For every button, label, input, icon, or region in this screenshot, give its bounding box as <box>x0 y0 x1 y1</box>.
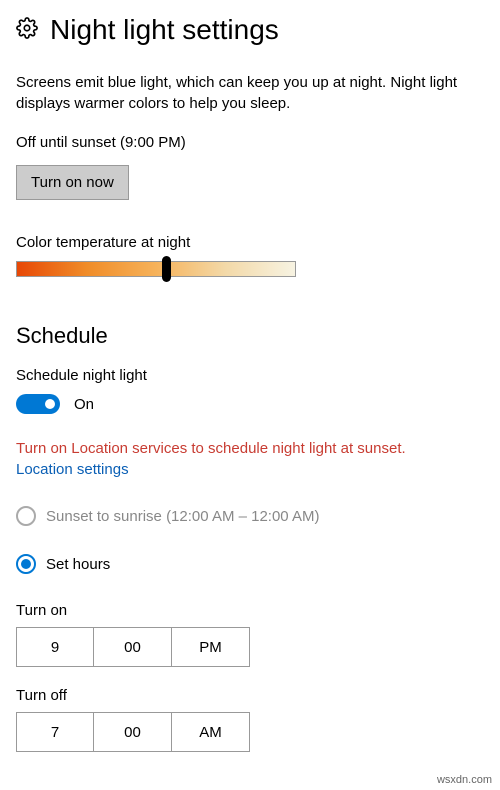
radio-sunset-label: Sunset to sunrise (12:00 AM – 12:00 AM) <box>46 508 320 525</box>
location-warning: Turn on Location services to schedule ni… <box>16 440 484 457</box>
description-text: Screens emit blue light, which can keep … <box>16 72 484 114</box>
turn-off-hour[interactable]: 7 <box>16 712 94 752</box>
turn-off-minute[interactable]: 00 <box>94 712 172 752</box>
schedule-toggle[interactable] <box>16 394 60 414</box>
radio-set-hours[interactable] <box>16 554 36 574</box>
toggle-state-label: On <box>74 396 94 413</box>
turn-on-hour[interactable]: 9 <box>16 627 94 667</box>
turn-off-time-picker[interactable]: 7 00 AM <box>16 712 484 752</box>
radio-set-hours-label: Set hours <box>46 556 110 573</box>
watermark: wsxdn.com <box>437 774 492 786</box>
color-temp-label: Color temperature at night <box>16 234 484 251</box>
turn-on-period[interactable]: PM <box>172 627 250 667</box>
turn-on-minute[interactable]: 00 <box>94 627 172 667</box>
schedule-heading: Schedule <box>16 323 484 349</box>
page-title: Night light settings <box>50 14 279 46</box>
status-text: Off until sunset (9:00 PM) <box>16 134 484 151</box>
radio-sunset-sunrise[interactable] <box>16 506 36 526</box>
toggle-knob <box>45 399 55 409</box>
location-settings-link[interactable]: Location settings <box>16 461 129 478</box>
turn-on-label: Turn on <box>16 602 484 619</box>
color-temp-slider[interactable] <box>16 261 296 277</box>
slider-thumb[interactable] <box>162 256 171 282</box>
turn-on-now-button[interactable]: Turn on now <box>16 165 129 200</box>
turn-on-time-picker[interactable]: 9 00 PM <box>16 627 484 667</box>
turn-off-label: Turn off <box>16 687 484 704</box>
schedule-toggle-label: Schedule night light <box>16 367 484 384</box>
turn-off-period[interactable]: AM <box>172 712 250 752</box>
gear-icon <box>16 17 38 43</box>
